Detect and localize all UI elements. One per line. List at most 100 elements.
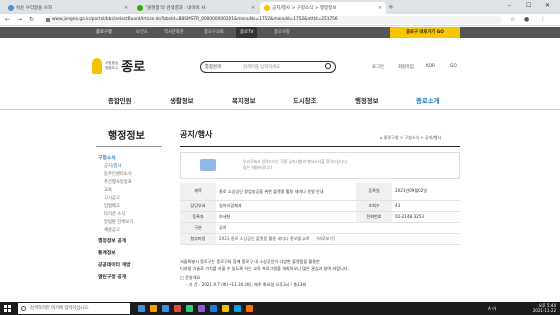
- windows-start-icon[interactable]: [4, 305, 11, 312]
- taskbar-app-icon[interactable]: [198, 305, 205, 312]
- left-menu-divider: [96, 146, 162, 147]
- taskbar-app-icon[interactable]: [222, 305, 229, 312]
- menu-icon[interactable]: ⋮: [540, 16, 546, 23]
- post-info-table: 제목 종로 소상공인 창업성공을 위한 플랫폼 활용 세미나 운영 안내 등록일…: [180, 183, 460, 245]
- tab-close-icon[interactable]: ✕: [124, 6, 128, 11]
- language-select[interactable]: KOR: [426, 64, 435, 69]
- taskbar-clock[interactable]: 오후 5:44 2021-11-22: [533, 303, 556, 313]
- body-line: 디지털 기술로 가치를 키울 수 있도록 하는 교육 프로그램을 개최하오니 많…: [180, 265, 349, 271]
- left-menu-item[interactable]: 채용공고: [104, 227, 120, 233]
- tab-close-icon[interactable]: ✕: [251, 6, 255, 11]
- topnav-health-center[interactable]: 보건소: [132, 27, 152, 38]
- lock-icon: [46, 18, 50, 22]
- tab-favicon-icon: [264, 5, 270, 11]
- taskbar-app-icon[interactable]: [162, 305, 169, 312]
- taskbar-app-icon[interactable]: [186, 305, 193, 312]
- site-logo[interactable]: 사람중심 명품도시 종로: [92, 56, 145, 75]
- jongno-shortcut-button[interactable]: 종로구 바로가기 GO: [390, 27, 460, 38]
- taskbar-search-input[interactable]: 검색하려면 여기에 입력하십시오.: [18, 303, 130, 314]
- search-icon: [21, 306, 26, 311]
- attachment-link[interactable]: 2021 종로 소상공인 플랫폼 활용 세미나 홍보물.pdf: [219, 236, 309, 241]
- tray-ime-text[interactable]: A 아: [488, 306, 496, 312]
- logo-subtitle-2: 명품도시: [105, 65, 119, 70]
- page-title: 공지/행사: [180, 130, 213, 139]
- tab-favicon-icon: [137, 5, 143, 11]
- left-menu-section[interactable]: 구청소식: [98, 154, 116, 161]
- left-menu-item[interactable]: 알림판 전체보기: [104, 219, 133, 225]
- tab-close-icon[interactable]: ✕: [378, 6, 382, 11]
- taskbar-app-icon[interactable]: [246, 305, 253, 312]
- topnav-jongno-love[interactable]: 종로사랑: [270, 27, 294, 38]
- logo-title: 종로: [121, 60, 146, 75]
- search-scope-select[interactable]: 통합검색: [205, 64, 221, 70]
- logo-subtitle-1: 사람중심: [105, 60, 119, 65]
- breadcrumb[interactable]: ⌂ 종로구청 > 구청소식 > 공지/행사: [380, 135, 441, 141]
- mainnav-jongno-intro[interactable]: 종로소개: [416, 96, 440, 105]
- signup-link[interactable]: 회원가입: [398, 64, 414, 70]
- site-top-nav: 종로구청 보건소 역사문화관 종로구의회 종로TV 종로사랑 종로구 바로가기 …: [0, 27, 560, 38]
- label-regdate: 등록일: [356, 183, 392, 201]
- left-menu-group[interactable]: 공공데이터 개방: [98, 261, 131, 268]
- left-menu-title: 행정정보: [108, 131, 145, 142]
- browser-tab-1[interactable]: 쉬운 우리말을 쓰자 ✕: [4, 2, 132, 14]
- post-views: 43: [392, 200, 460, 212]
- close-window-icon[interactable]: ✕: [545, 2, 550, 9]
- tab-favicon-icon: [8, 5, 14, 11]
- taskbar-app-icon[interactable]: [234, 305, 241, 312]
- back-icon[interactable]: ←: [5, 16, 10, 23]
- taskbar-app-icon[interactable]: [210, 305, 217, 312]
- left-menu-group[interactable]: 열린구정 공개: [98, 273, 126, 280]
- reload-icon[interactable]: ↻: [29, 16, 34, 23]
- minimize-icon[interactable]: –: [508, 2, 511, 9]
- mainnav-admin-info[interactable]: 행정정보: [355, 96, 379, 105]
- mainnav-civil-service[interactable]: 종합민원: [108, 96, 132, 105]
- login-link[interactable]: 로그인: [372, 64, 384, 70]
- preview-link[interactable]: [바로보기]: [317, 236, 335, 241]
- notice-box: 우리구에서 알려드리는 각종 공지사항과 행사소식을 알려드립니다. 많은 애용…: [180, 152, 460, 179]
- windows-taskbar: 검색하려면 여기에 입력하십시오. A 아 오후 5:44 2021-11-22: [0, 302, 560, 315]
- post-dept: 일자리경제과: [216, 200, 356, 212]
- left-menu-item[interactable]: 교육: [104, 187, 112, 193]
- address-bar: ← → ↻ www.jongno.go.kr/portal/bbs/select…: [0, 14, 560, 26]
- url-text: www.jongno.go.kr/portal/bbs/selectBoardA…: [52, 17, 338, 22]
- new-tab-button[interactable]: +: [388, 3, 394, 11]
- left-menu-item[interactable]: 타기관 소식: [104, 211, 125, 217]
- taskbar-app-icon[interactable]: [174, 305, 181, 312]
- profile-icon[interactable]: ●: [524, 16, 529, 23]
- left-menu-item[interactable]: 주간행사일정표: [104, 179, 132, 185]
- search-input[interactable]: 검색어를 입력하세요.: [243, 64, 281, 70]
- mainnav-urban-creation[interactable]: 도시창조: [293, 96, 317, 105]
- body-line: - 기 간 : 2021.9.7.(화)~11.30.(화), 매주 화요일 오…: [186, 281, 307, 287]
- left-menu-item[interactable]: 고시공고: [104, 195, 120, 201]
- notice-line-2: 많은 애용바랍니다.: [243, 164, 274, 170]
- title-divider: [180, 146, 460, 147]
- taskbar-date: 2021-11-22: [532, 308, 556, 314]
- topnav-jongno-office[interactable]: 종로구청: [92, 27, 116, 38]
- post-writer: 하세현: [216, 211, 356, 223]
- taskbar-app-icon[interactable]: [150, 305, 157, 312]
- browser-tab-3[interactable]: 공지/행사 > 구청소식 > 행정정보 ✕: [260, 2, 386, 14]
- forward-icon[interactable]: →: [17, 16, 22, 23]
- post-body: 서울특별시 종로구는 종로구와 함께 종로구 내 소상공인이 다양한 플랫폼을 …: [180, 259, 460, 288]
- left-menu-group[interactable]: 행정정보 공개: [98, 237, 126, 244]
- url-field[interactable]: www.jongno.go.kr/portal/bbs/selectBoardA…: [44, 16, 502, 24]
- maximize-icon[interactable]: ☐: [526, 2, 531, 9]
- taskbar-app-icon[interactable]: [138, 305, 145, 312]
- left-menu-item-notice[interactable]: 공지/행사: [104, 163, 121, 169]
- left-menu-item[interactable]: 입법예고: [104, 203, 120, 209]
- logo-mark-icon: [92, 57, 102, 74]
- topnav-history-museum[interactable]: 역사문화관: [160, 27, 188, 38]
- star-icon[interactable]: ☆: [510, 16, 515, 23]
- left-menu-item[interactable]: 동주민센터소식: [104, 171, 132, 177]
- browser-tab-2[interactable]: "블랫폼'의 검색결과 : 네이버 사 ✕: [133, 2, 259, 14]
- topnav-district-council[interactable]: 종로구의회: [200, 27, 228, 38]
- search-icon[interactable]: [325, 63, 331, 69]
- language-go-button[interactable]: GO: [450, 64, 457, 69]
- label-views: 조회수: [356, 200, 392, 212]
- label-writer: 등록자: [180, 211, 216, 223]
- mainnav-welfare-info[interactable]: 복지정보: [232, 96, 256, 105]
- topnav-jongno-tv[interactable]: 종로TV: [236, 27, 258, 38]
- label-attach: 첨부파일: [180, 233, 216, 245]
- left-menu-group[interactable]: 통계정보: [98, 249, 116, 256]
- mainnav-living-info[interactable]: 생활정보: [170, 96, 194, 105]
